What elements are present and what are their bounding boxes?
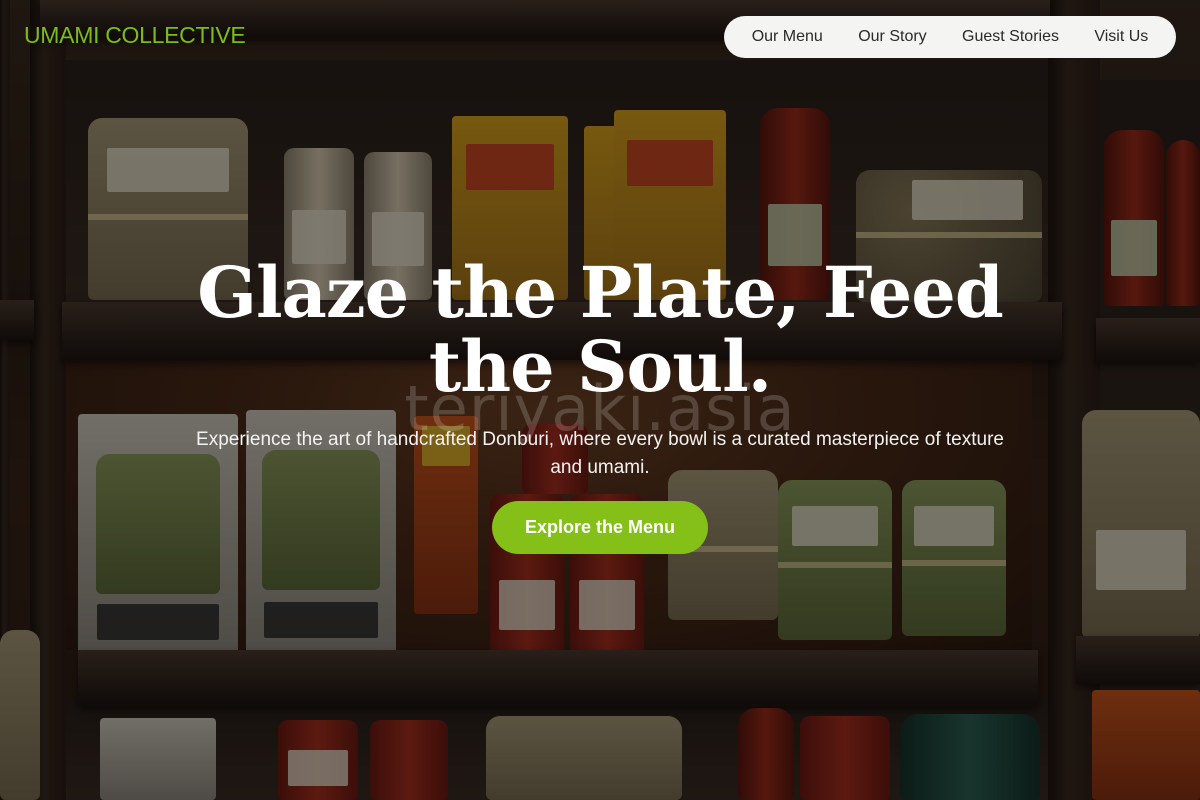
- nav-item-guest-stories[interactable]: Guest Stories: [962, 28, 1059, 46]
- explore-menu-button[interactable]: Explore the Menu: [492, 501, 708, 554]
- nav-item-our-menu[interactable]: Our Menu: [752, 28, 823, 46]
- main-nav: Our Menu Our Story Guest Stories Visit U…: [724, 16, 1176, 58]
- brand-logo[interactable]: UMAMI COLLECTIVE: [24, 22, 246, 49]
- hero-title: Glaze the Plate, Feed the Soul.: [197, 251, 1004, 408]
- hero-subtitle: Experience the art of handcrafted Donbur…: [196, 429, 1004, 478]
- nav-item-our-story[interactable]: Our Story: [858, 28, 926, 46]
- nav-item-visit-us[interactable]: Visit Us: [1094, 28, 1148, 46]
- landing-page: teriyaki.asia UMAMI COLLECTIVE Our Menu …: [0, 0, 1200, 800]
